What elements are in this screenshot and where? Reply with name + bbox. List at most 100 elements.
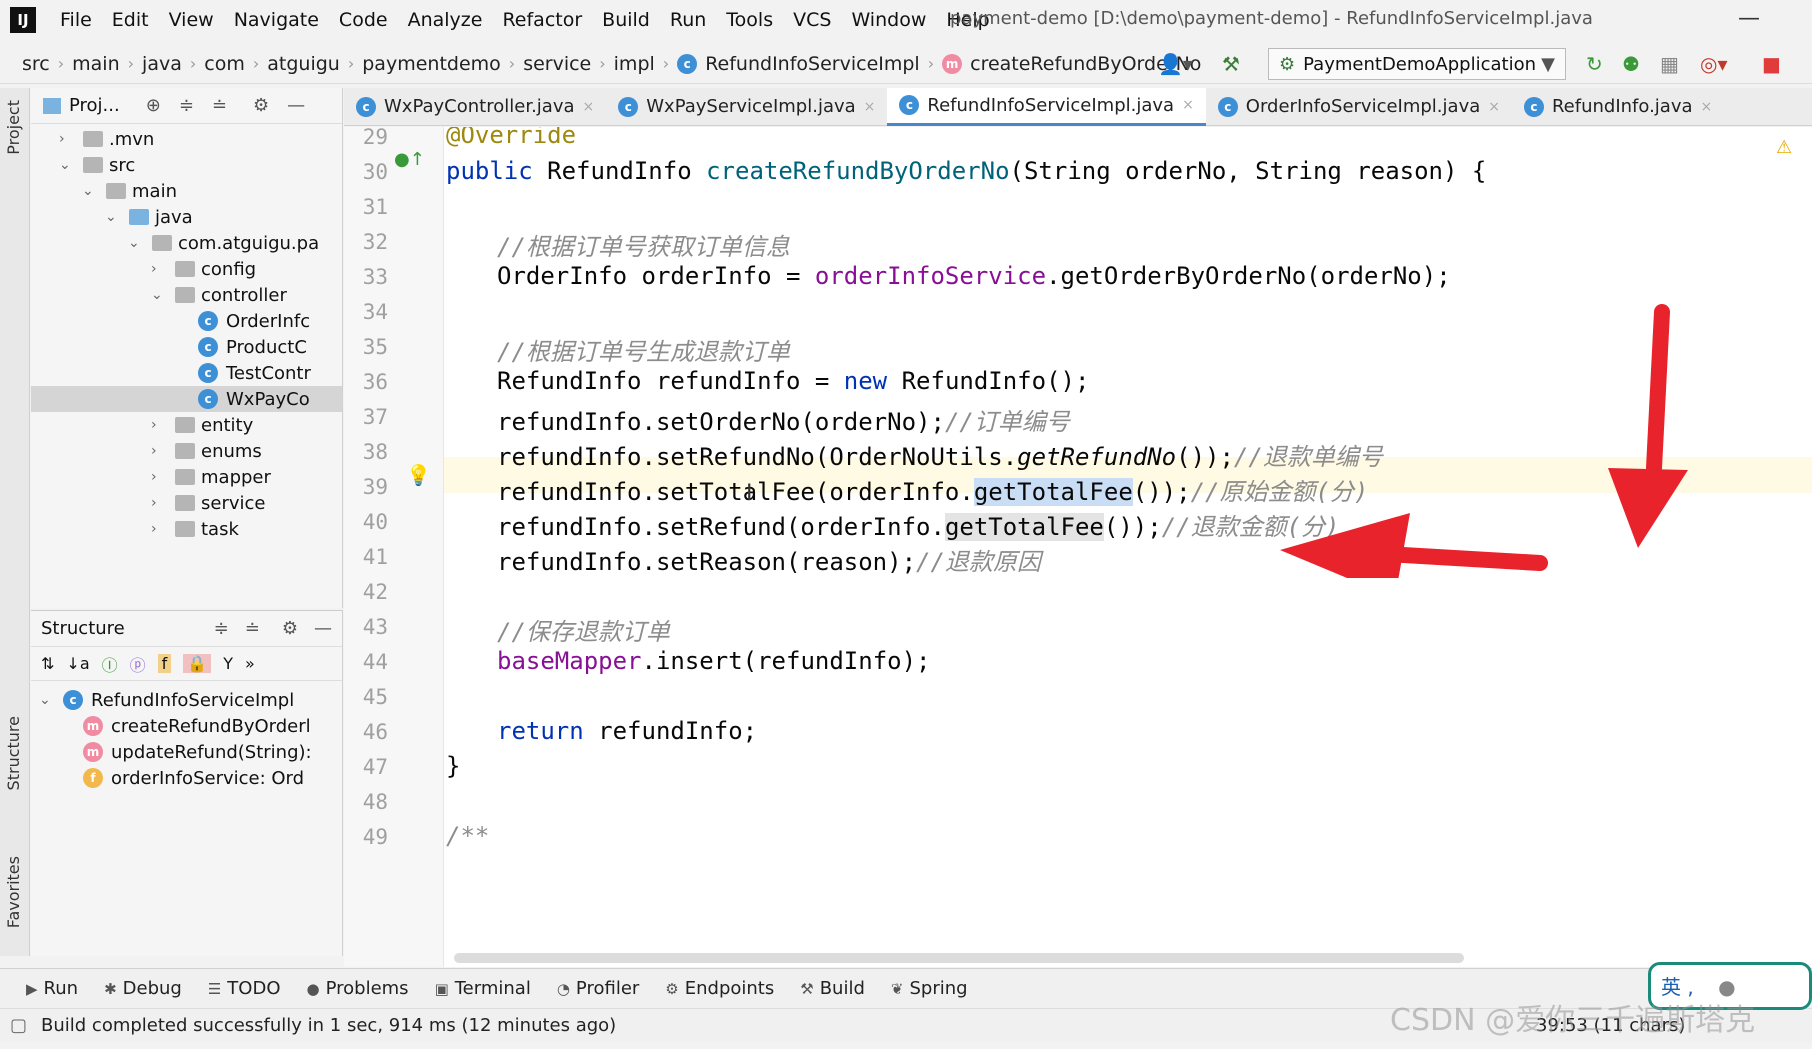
crumb-class[interactable]: c RefundInfoServiceImpl bbox=[677, 53, 920, 75]
collapse-all-icon[interactable]: ≐ bbox=[245, 618, 260, 639]
expand-all-icon[interactable]: ≑ bbox=[214, 618, 229, 639]
coverage-icon[interactable]: ▦ bbox=[1660, 52, 1679, 76]
tree-item[interactable]: › config bbox=[151, 256, 256, 282]
tool-window-endpoints[interactable]: ⚙ Endpoints bbox=[665, 978, 774, 999]
chevron-icon[interactable]: ⌄ bbox=[151, 287, 167, 303]
hide-panel-icon[interactable]: — bbox=[314, 618, 332, 639]
tree-item[interactable]: › mapper bbox=[151, 464, 271, 490]
chevron-icon[interactable]: ⌄ bbox=[128, 235, 144, 251]
gear-icon[interactable]: ⚙ bbox=[253, 95, 269, 116]
tool-window-todo[interactable]: ☰ TODO bbox=[208, 978, 281, 999]
show-properties-icon[interactable]: ⓟ bbox=[130, 652, 146, 676]
chevron-icon[interactable]: › bbox=[151, 469, 167, 485]
close-icon[interactable]: × bbox=[1701, 99, 1713, 115]
menu-navigate[interactable]: Navigate bbox=[234, 9, 319, 31]
tree-item[interactable]: ⌄ java bbox=[105, 204, 193, 230]
tool-window-profiler[interactable]: ◔ Profiler bbox=[557, 978, 639, 999]
menu-vcs[interactable]: VCS bbox=[793, 9, 831, 31]
tree-item[interactable]: c OrderInfc bbox=[174, 308, 310, 334]
menu-file[interactable]: File bbox=[60, 9, 92, 31]
more-icon[interactable]: » bbox=[245, 654, 255, 673]
show-inherited-icon[interactable]: Ⓘ bbox=[102, 652, 118, 676]
stop-icon[interactable]: ■ bbox=[1762, 52, 1781, 76]
tool-window-run[interactable]: ▶ Run bbox=[26, 978, 78, 999]
horizontal-scrollbar[interactable] bbox=[454, 953, 1464, 963]
crumb-com[interactable]: com bbox=[204, 53, 245, 75]
editor-tab[interactable]: c RefundInfo.java × bbox=[1512, 88, 1724, 126]
menu-window[interactable]: Window bbox=[851, 9, 926, 31]
tree-item[interactable]: ⌄ src bbox=[59, 152, 135, 178]
tree-item[interactable]: ⌄ main bbox=[82, 178, 177, 204]
close-icon[interactable]: × bbox=[1182, 97, 1194, 113]
menu-code[interactable]: Code bbox=[339, 9, 388, 31]
crumb-main[interactable]: main bbox=[72, 53, 119, 75]
tree-item[interactable]: ⌄ com.atguigu.pa bbox=[128, 230, 319, 256]
sort-alpha-icon[interactable]: ↓a bbox=[66, 654, 89, 673]
crumb-service[interactable]: service bbox=[523, 53, 591, 75]
chevron-icon[interactable]: ⌄ bbox=[59, 157, 75, 173]
tree-item[interactable]: c WxPayCo bbox=[174, 386, 310, 412]
crumb-impl[interactable]: impl bbox=[614, 53, 655, 75]
profile-icon[interactable]: ◎▾ bbox=[1700, 52, 1728, 76]
chevron-icon[interactable]: › bbox=[151, 417, 167, 433]
chevron-down-icon[interactable]: ⌄ bbox=[39, 692, 55, 708]
show-fields-icon[interactable]: f bbox=[157, 654, 172, 673]
chevron-icon[interactable]: ⌄ bbox=[105, 209, 121, 225]
expand-all-icon[interactable]: ≑ bbox=[179, 95, 194, 116]
chevron-icon[interactable]: ⌄ bbox=[82, 183, 98, 199]
debug-icon[interactable]: ⚉ bbox=[1622, 52, 1640, 76]
project-view-select[interactable]: Proj... bbox=[69, 95, 120, 116]
structure-item[interactable]: ⌄ c RefundInfoServiceImpl bbox=[39, 687, 294, 713]
tree-item[interactable]: c ProductC bbox=[174, 334, 307, 360]
tool-window-build[interactable]: ⚒ Build bbox=[800, 978, 865, 999]
run-config-select[interactable]: ⚙ PaymentDemoApplication ▼ bbox=[1268, 48, 1566, 80]
chevron-icon[interactable]: › bbox=[151, 495, 167, 511]
rerun-icon[interactable]: ↻ bbox=[1586, 52, 1603, 76]
crumb-java[interactable]: java bbox=[142, 53, 182, 75]
warning-icon[interactable]: ⚠ bbox=[1776, 137, 1792, 158]
sort-visibility-icon[interactable]: ⇅ bbox=[41, 654, 54, 673]
lightbulb-icon[interactable]: 💡 bbox=[406, 463, 431, 487]
user-icon[interactable]: 👤▾ bbox=[1158, 52, 1193, 76]
structure-tool-tab[interactable]: Structure bbox=[4, 716, 23, 790]
minimize-icon[interactable]: — bbox=[1738, 6, 1760, 31]
tool-window-spring[interactable]: ❦ Spring bbox=[891, 978, 968, 999]
collapse-all-icon[interactable]: ≐ bbox=[212, 95, 227, 116]
menu-edit[interactable]: Edit bbox=[112, 9, 149, 31]
editor-tab[interactable]: c WxPayController.java × bbox=[344, 88, 606, 126]
tool-window-problems[interactable]: ● Problems bbox=[307, 978, 409, 999]
structure-item[interactable]: m updateRefund(String): bbox=[83, 739, 312, 765]
close-icon[interactable]: × bbox=[1488, 99, 1500, 115]
show-non-public-icon[interactable]: 🔒 bbox=[183, 654, 212, 673]
editor-tab[interactable]: c OrderInfoServiceImpl.java × bbox=[1206, 88, 1512, 126]
chevron-icon[interactable]: › bbox=[151, 443, 167, 459]
menu-view[interactable]: View bbox=[169, 9, 214, 31]
locate-icon[interactable]: ⊕ bbox=[146, 95, 161, 116]
close-icon[interactable]: × bbox=[864, 99, 876, 115]
crumb-atguigu[interactable]: atguigu bbox=[267, 53, 340, 75]
crumb-src[interactable]: src bbox=[22, 53, 50, 75]
structure-item[interactable]: f orderInfoService: Ord bbox=[83, 765, 304, 791]
crumb-paymentdemo[interactable]: paymentdemo bbox=[362, 53, 501, 75]
menu-run[interactable]: Run bbox=[670, 9, 706, 31]
menu-tools[interactable]: Tools bbox=[726, 9, 773, 31]
tree-item[interactable]: › task bbox=[151, 516, 239, 542]
filter-icon[interactable]: Y bbox=[223, 654, 233, 673]
chevron-icon[interactable]: › bbox=[151, 261, 167, 277]
editor-tab[interactable]: c WxPayServiceImpl.java × bbox=[606, 88, 887, 126]
editor-tab[interactable]: c RefundInfoServiceImpl.java × bbox=[887, 87, 1206, 126]
project-tool-tab[interactable]: Project bbox=[4, 100, 23, 155]
hide-panel-icon[interactable]: — bbox=[287, 95, 305, 116]
menu-build[interactable]: Build bbox=[602, 9, 650, 31]
tree-item[interactable]: › enums bbox=[151, 438, 262, 464]
tree-item[interactable]: › entity bbox=[151, 412, 253, 438]
tree-item[interactable]: › .mvn bbox=[59, 126, 154, 152]
chevron-icon[interactable]: › bbox=[151, 521, 167, 537]
gear-icon[interactable]: ⚙ bbox=[282, 618, 298, 639]
tree-item[interactable]: ⌄ controller bbox=[151, 282, 287, 308]
status-toggle-icon[interactable]: ▢ bbox=[10, 1015, 27, 1036]
favorites-tool-tab[interactable]: Favorites bbox=[4, 856, 23, 928]
tool-window-debug[interactable]: ✱ Debug bbox=[104, 978, 182, 999]
tree-item[interactable]: c TestContr bbox=[174, 360, 311, 386]
implements-gutter-icon[interactable]: ●↑ bbox=[394, 149, 425, 170]
